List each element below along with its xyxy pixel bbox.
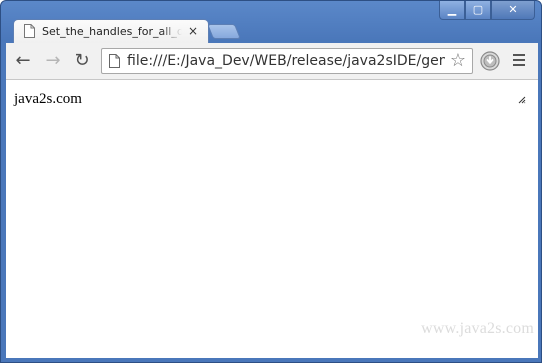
- back-button[interactable]: ←: [12, 50, 34, 72]
- maximize-button[interactable]: ▢: [465, 1, 491, 20]
- url-text[interactable]: file:///E:/Java_Dev/WEB/release/java2sID…: [127, 52, 445, 70]
- page-content: java2s.com www.java2s.com: [6, 80, 538, 358]
- page-text: java2s.com: [14, 91, 82, 107]
- minimize-button[interactable]: ▁: [439, 1, 465, 20]
- page-icon: [24, 24, 35, 38]
- tab-strip: Set_the_handles_for_all_div × ▁ ▢ ✕: [1, 1, 541, 43]
- page-icon: [109, 54, 120, 68]
- close-window-button[interactable]: ✕: [491, 1, 535, 20]
- hamburger-menu-icon[interactable]: [510, 51, 528, 71]
- new-tab-button[interactable]: [206, 24, 242, 39]
- browser-window: Set_the_handles_for_all_div × ▁ ▢ ✕ ← → …: [0, 0, 542, 363]
- browser-tab[interactable]: Set_the_handles_for_all_div ×: [13, 19, 209, 43]
- window-controls: ▁ ▢ ✕: [439, 1, 535, 20]
- toolbar: ← → ↻ file:///E:/Java_Dev/WEB/release/ja…: [6, 43, 538, 80]
- resize-grip-icon[interactable]: [518, 96, 526, 104]
- forward-button[interactable]: →: [42, 50, 64, 72]
- reload-button[interactable]: ↻: [71, 50, 93, 72]
- close-tab-icon[interactable]: ×: [186, 23, 200, 39]
- tab-title: Set_the_handles_for_all_div: [42, 25, 182, 38]
- watermark: www.java2s.com: [421, 320, 534, 337]
- address-bar[interactable]: file:///E:/Java_Dev/WEB/release/java2sID…: [101, 48, 473, 74]
- extension-icon[interactable]: [479, 50, 501, 72]
- bookmark-star-icon[interactable]: ☆: [448, 50, 468, 72]
